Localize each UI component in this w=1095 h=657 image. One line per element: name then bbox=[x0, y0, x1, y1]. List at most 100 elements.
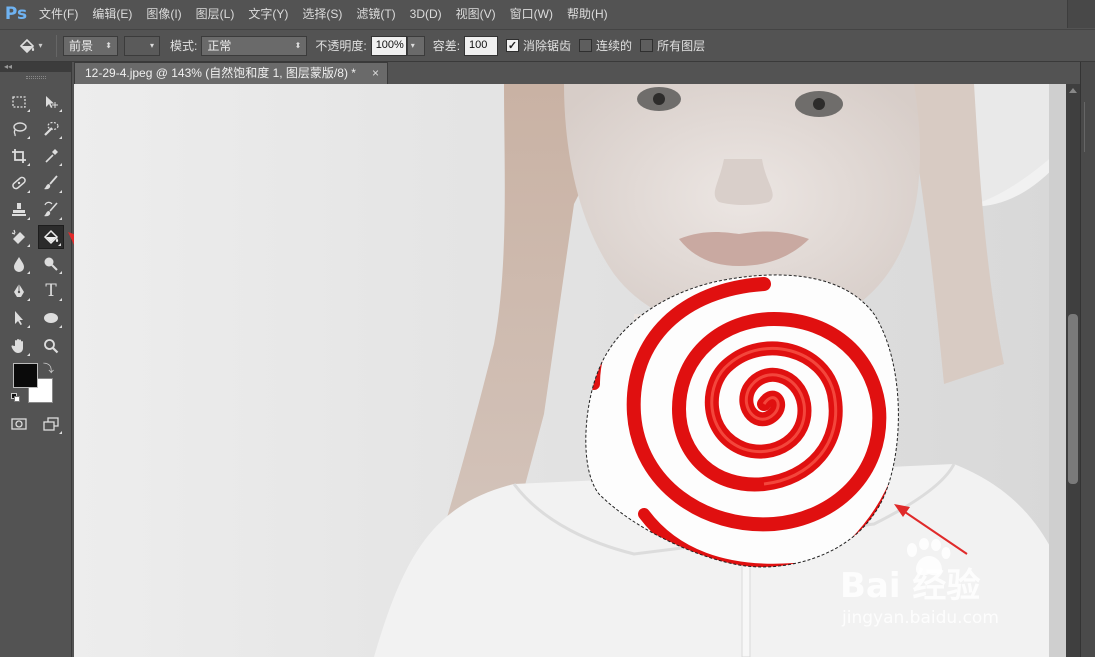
scroll-up-icon[interactable] bbox=[1069, 88, 1077, 93]
menu-help[interactable]: 帮助(H) bbox=[560, 0, 615, 28]
screen-mode-icon bbox=[43, 417, 59, 431]
quick-selection-tool[interactable] bbox=[38, 117, 64, 141]
hand-icon bbox=[11, 339, 23, 353]
crop-icon bbox=[12, 149, 26, 163]
menu-edit[interactable]: 编辑(E) bbox=[85, 0, 139, 28]
vertical-scrollbar[interactable] bbox=[1066, 84, 1080, 657]
bandage-icon bbox=[12, 176, 26, 190]
brush-tool[interactable] bbox=[38, 171, 64, 195]
paint-bucket-tool[interactable] bbox=[38, 225, 64, 249]
updown-icon: ⬍ bbox=[294, 41, 302, 50]
dodge-tool[interactable] bbox=[38, 252, 64, 276]
all-layers-checkbox[interactable] bbox=[640, 39, 654, 52]
zoom-tool[interactable] bbox=[38, 334, 64, 358]
swap-colors-icon[interactable]: ⤵ bbox=[43, 360, 54, 376]
close-icon[interactable]: × bbox=[372, 63, 379, 84]
fill-source-select[interactable]: 前景 ⬍ bbox=[63, 35, 118, 56]
document-title: 12-29-4.jpeg @ 143% (自然饱和度 1, 图层蒙版/8) * bbox=[85, 66, 356, 80]
foreground-color-swatch[interactable] bbox=[13, 363, 38, 388]
tolerance-label: 容差: bbox=[432, 39, 461, 53]
move-icon bbox=[46, 96, 58, 108]
panel-divider bbox=[1084, 102, 1092, 152]
pen-tool[interactable] bbox=[6, 279, 32, 303]
updown-icon: ⬍ bbox=[105, 41, 112, 50]
chevron-down-icon: ▾ bbox=[149, 41, 154, 50]
watermark-brand: Bai 经验 bbox=[840, 566, 981, 606]
brush-icon bbox=[44, 175, 58, 190]
window-control-button[interactable] bbox=[1067, 0, 1095, 28]
menu-filter[interactable]: 滤镜(T) bbox=[349, 0, 402, 28]
dodge-icon bbox=[44, 257, 58, 271]
water-drop-icon bbox=[14, 257, 24, 272]
type-tool[interactable]: T bbox=[38, 279, 64, 303]
collapsed-panel-dock[interactable] bbox=[1080, 62, 1095, 657]
healing-brush-tool[interactable] bbox=[6, 171, 32, 195]
photoshop-logo: Ps bbox=[4, 4, 28, 24]
contiguous-label: 连续的 bbox=[596, 39, 633, 53]
lasso-icon bbox=[13, 122, 27, 137]
stamp-icon bbox=[12, 203, 26, 216]
screen-mode-button[interactable] bbox=[38, 412, 64, 436]
menu-layer[interactable]: 图层(L) bbox=[189, 0, 242, 28]
crop-tool[interactable] bbox=[6, 144, 32, 168]
move-tool[interactable] bbox=[38, 90, 64, 114]
chevron-down-icon: ▾ bbox=[410, 41, 415, 50]
all-layers-label: 所有图层 bbox=[657, 39, 706, 53]
quick-mask-button[interactable] bbox=[6, 412, 32, 436]
menu-image[interactable]: 图像(I) bbox=[139, 0, 188, 28]
options-bar: ▾ 前景 ⬍ ▾ 模式: 正常 ⬍ 不透明度: 100% ▾ 容差: 100 ✓… bbox=[0, 29, 1095, 62]
chevron-down-icon: ▾ bbox=[38, 41, 43, 50]
menu-3d[interactable]: 3D(D) bbox=[403, 0, 449, 28]
panel-grip[interactable] bbox=[0, 72, 71, 82]
hand-tool[interactable] bbox=[6, 334, 32, 358]
magnifier-icon bbox=[44, 339, 59, 354]
opacity-slider-toggle[interactable]: ▾ bbox=[406, 35, 425, 56]
default-colors-icon[interactable] bbox=[11, 393, 21, 403]
pattern-picker[interactable]: ▾ bbox=[124, 35, 160, 56]
blend-mode-value: 正常 bbox=[207, 39, 232, 53]
pen-icon bbox=[14, 284, 24, 297]
clone-stamp-tool[interactable] bbox=[6, 198, 32, 222]
mode-label: 模式: bbox=[170, 39, 198, 53]
antialias-checkbox[interactable]: ✓ bbox=[506, 39, 520, 52]
contiguous-checkbox[interactable] bbox=[579, 39, 593, 52]
menu-type[interactable]: 文字(Y) bbox=[241, 0, 295, 28]
paint-bucket-icon bbox=[20, 38, 35, 53]
arrow-pointer-icon bbox=[15, 311, 23, 325]
ellipse-tool[interactable] bbox=[38, 306, 64, 330]
antialias-label: 消除锯齿 bbox=[523, 39, 572, 53]
rectangular-marquee-icon bbox=[12, 96, 26, 108]
document-tab[interactable]: 12-29-4.jpeg @ 143% (自然饱和度 1, 图层蒙版/8) * … bbox=[74, 62, 388, 84]
blur-tool[interactable] bbox=[6, 252, 32, 276]
quick-mask-icon bbox=[11, 418, 27, 430]
menu-window[interactable]: 窗口(W) bbox=[503, 0, 560, 28]
tools-panel: ◂◂ T ⤵ bbox=[0, 62, 72, 657]
history-brush-icon bbox=[44, 201, 58, 217]
type-icon: T bbox=[45, 281, 57, 301]
eraser-icon bbox=[11, 229, 25, 244]
scrollbar-thumb[interactable] bbox=[1068, 314, 1078, 484]
eyedropper-tool[interactable] bbox=[38, 144, 64, 168]
fill-source-value: 前景 bbox=[69, 39, 94, 53]
tolerance-input[interactable]: 100 bbox=[464, 35, 499, 56]
eyedropper-icon bbox=[45, 149, 58, 163]
quick-selection-icon bbox=[44, 121, 59, 136]
eraser-tool[interactable] bbox=[6, 225, 32, 249]
panel-collapse-icon[interactable]: ◂◂ bbox=[0, 62, 71, 72]
baidu-watermark: Bai 经验 jingyan.baidu.com bbox=[840, 538, 1040, 638]
ellipse-icon bbox=[44, 313, 58, 323]
history-brush-tool[interactable] bbox=[38, 198, 64, 222]
menu-bar: Ps 文件(F) 编辑(E) 图像(I) 图层(L) 文字(Y) 选择(S) 滤… bbox=[0, 0, 1095, 28]
lasso-tool[interactable] bbox=[6, 117, 32, 141]
tool-preset-picker[interactable]: ▾ bbox=[10, 32, 50, 60]
menu-view[interactable]: 视图(V) bbox=[449, 0, 503, 28]
opacity-input[interactable]: 100% bbox=[370, 35, 407, 56]
path-selection-tool[interactable] bbox=[6, 306, 32, 330]
watermark-url: jingyan.baidu.com bbox=[842, 608, 999, 628]
opacity-label: 不透明度: bbox=[315, 39, 367, 53]
marquee-tool[interactable] bbox=[6, 90, 32, 114]
separator bbox=[56, 34, 57, 57]
blend-mode-select[interactable]: 正常 ⬍ bbox=[201, 35, 308, 56]
menu-select[interactable]: 选择(S) bbox=[295, 0, 349, 28]
menu-file[interactable]: 文件(F) bbox=[32, 0, 85, 28]
